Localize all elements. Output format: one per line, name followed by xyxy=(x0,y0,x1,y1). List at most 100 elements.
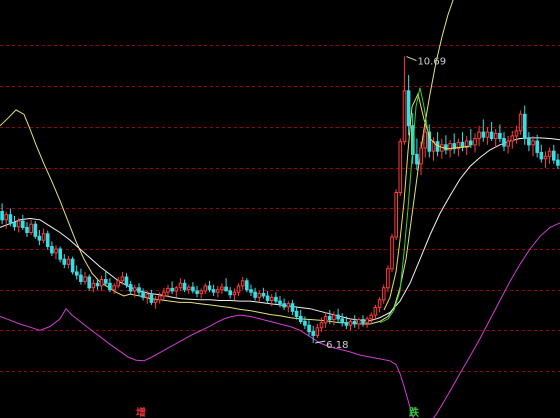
candle-up xyxy=(178,282,183,289)
candle-up xyxy=(357,319,361,325)
candle-down xyxy=(8,214,13,223)
candle-up xyxy=(531,140,535,146)
candle-down xyxy=(128,284,133,292)
candle-down xyxy=(87,276,92,289)
candle-down xyxy=(265,295,270,301)
candle-down xyxy=(498,132,502,139)
candle-down xyxy=(137,287,141,293)
candle-up xyxy=(240,280,245,287)
candle-down xyxy=(502,138,506,147)
candle-up xyxy=(510,135,515,142)
candle-down xyxy=(328,315,332,321)
candle-up xyxy=(99,279,104,287)
candle-down xyxy=(307,324,311,333)
candle-up xyxy=(145,293,150,298)
candle-down xyxy=(294,310,299,317)
candle-up xyxy=(269,296,274,301)
candle-up xyxy=(365,318,369,324)
candle-up xyxy=(332,314,336,321)
candle-up xyxy=(369,314,374,320)
candle-down xyxy=(104,279,108,284)
candle-up xyxy=(4,214,8,221)
candle-down xyxy=(33,223,38,237)
candle-down xyxy=(79,274,83,283)
candle-up xyxy=(153,299,158,303)
candle-down xyxy=(170,287,174,292)
candle-up xyxy=(220,286,224,291)
candle-down xyxy=(469,140,473,146)
candle-down xyxy=(352,320,357,325)
candle-down xyxy=(481,131,486,138)
candle-down xyxy=(207,285,212,291)
candle-up xyxy=(112,285,116,291)
candle-down xyxy=(539,152,544,160)
candle-down xyxy=(344,322,349,326)
candle-up xyxy=(319,322,324,329)
candle-up xyxy=(157,295,162,301)
candle-down xyxy=(336,314,340,320)
candle-up xyxy=(402,90,407,143)
candle-up xyxy=(83,276,87,282)
candle-up xyxy=(216,289,220,293)
candle-up xyxy=(120,276,125,282)
candle-down xyxy=(58,248,63,260)
candle-down xyxy=(523,113,527,139)
candle-up xyxy=(485,131,490,138)
candle-down xyxy=(340,318,344,324)
candle-up xyxy=(91,282,96,289)
candle-up xyxy=(315,327,320,336)
candle-up xyxy=(54,248,58,254)
candle-down xyxy=(361,319,365,324)
sell-signal-marker: 跌 xyxy=(409,406,420,418)
candle-up xyxy=(199,290,203,294)
candle-down xyxy=(108,282,112,291)
candle-down xyxy=(556,159,560,166)
candle-up xyxy=(323,315,328,324)
candle-down xyxy=(70,258,75,273)
candle-up xyxy=(174,287,179,292)
candle-up xyxy=(41,233,46,241)
candle-down xyxy=(435,141,440,152)
candle-down xyxy=(37,235,42,241)
candle-down xyxy=(311,331,315,336)
candle-up xyxy=(66,258,71,265)
candle-up xyxy=(390,236,394,270)
candle-up xyxy=(116,280,121,287)
candle-up xyxy=(381,287,386,301)
candlestick-chart: 10.69 6.18 增 跌 xyxy=(0,0,560,418)
candle-up xyxy=(232,291,237,296)
candle-down xyxy=(195,290,199,294)
candle-down xyxy=(182,282,187,291)
candle-up xyxy=(386,268,390,289)
candle-down xyxy=(415,153,419,165)
candle-down xyxy=(535,140,540,153)
candle-up xyxy=(373,307,378,316)
candle-up xyxy=(162,291,166,297)
candle-up xyxy=(493,132,498,139)
candle-down xyxy=(12,221,17,228)
candle-down xyxy=(50,246,54,254)
candle-down xyxy=(444,144,448,151)
candle-down xyxy=(0,211,4,221)
candle-down xyxy=(211,289,216,293)
candle-down xyxy=(224,286,228,292)
candle-up xyxy=(236,285,241,293)
candle-up xyxy=(547,150,552,157)
candle-up xyxy=(133,287,137,292)
candle-up xyxy=(394,192,398,238)
candle-down xyxy=(261,293,266,297)
candle-down xyxy=(228,290,232,296)
candle-down xyxy=(253,291,257,298)
candle-up xyxy=(348,320,353,326)
candle-down xyxy=(21,220,25,229)
candle-down xyxy=(245,280,249,291)
candle-up xyxy=(543,155,548,160)
candle-up xyxy=(398,141,403,193)
candle-up xyxy=(257,293,262,298)
candle-down xyxy=(278,300,282,305)
candle-up xyxy=(423,131,427,149)
candle-up xyxy=(473,138,477,146)
candle-down xyxy=(191,286,195,292)
low-price-label: 6.18 xyxy=(326,340,348,351)
candle-up xyxy=(377,299,382,308)
